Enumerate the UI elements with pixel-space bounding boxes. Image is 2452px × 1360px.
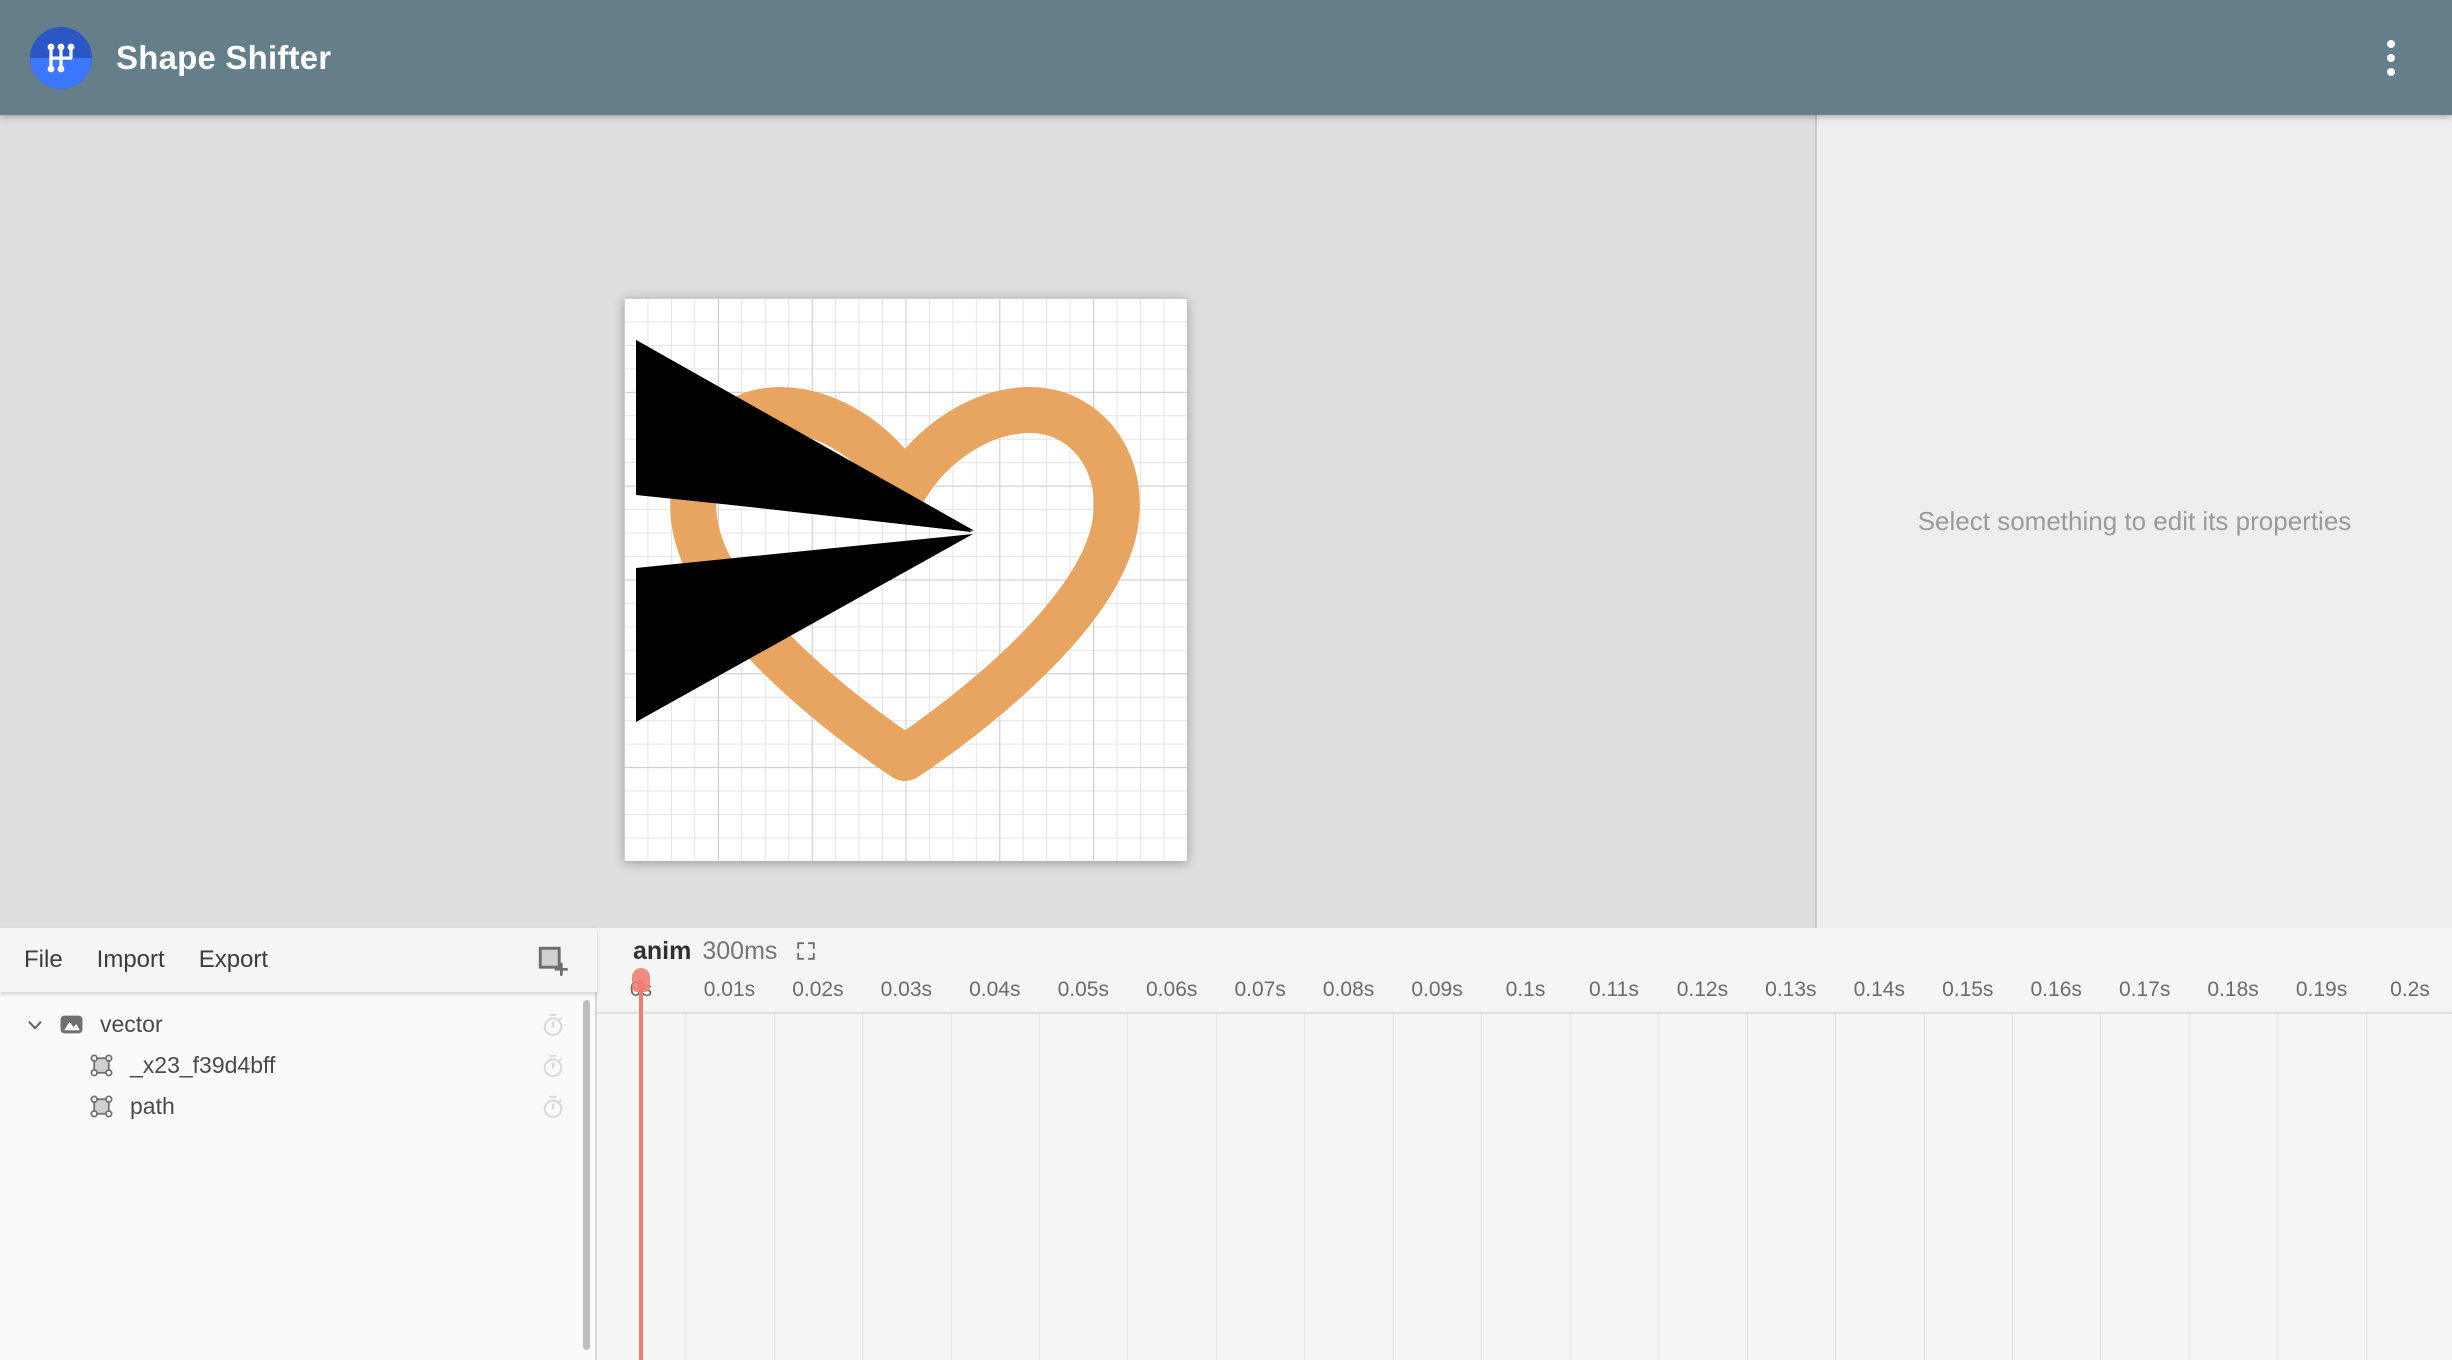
file-menu[interactable]: File	[18, 942, 69, 978]
ruler-tick-label: 0.13s	[1765, 978, 1817, 1001]
timeline-gridline	[2365, 1014, 2367, 1360]
main-content: Select something to edit its properties	[0, 115, 2452, 1018]
ruler-tick-label: 0.02s	[792, 978, 844, 1001]
timeline-gridline	[2011, 1014, 2013, 1360]
ruler-tick-label: 0.15s	[1942, 978, 1994, 1001]
dot	[2387, 53, 2395, 62]
layers-panel: File Import Export vector _x23_f39d4bff …	[0, 928, 597, 1360]
timeline-gridline	[2100, 1014, 2102, 1360]
ruler-tick-label: 0.17s	[2118, 978, 2171, 1001]
timeline-gridline	[1127, 1014, 1129, 1360]
more-vert-icon[interactable]	[2362, 29, 2420, 87]
image-layer-icon	[56, 1010, 86, 1040]
ruler-tick-label: 0.07s	[1234, 978, 1286, 1001]
ruler-tick-label: 0.19s	[2295, 978, 2348, 1001]
properties-panel: Select something to edit its properties	[1817, 115, 2452, 928]
dot	[2387, 67, 2395, 76]
timeline-tracks[interactable]	[597, 1014, 2452, 1360]
layer-label: _x23_f39d4bff	[130, 1052, 276, 1078]
timeline-gridline	[1215, 1014, 1217, 1360]
timeline-gridline	[1569, 1014, 1571, 1360]
path-layer-icon	[86, 1051, 116, 1081]
path-layer-icon	[86, 1092, 116, 1122]
layer-row[interactable]: vector	[0, 1004, 597, 1045]
animation-name[interactable]: anim	[633, 937, 691, 966]
timeline-gridline	[1039, 1014, 1041, 1360]
timer-icon[interactable]	[539, 1052, 567, 1080]
vector-preview-canvas[interactable]	[624, 298, 1187, 861]
ruler-tick-label: 0.09s	[1411, 978, 1463, 1001]
layer-row[interactable]: _x23_f39d4bff	[0, 1045, 597, 1086]
layer-row[interactable]: path	[0, 1086, 597, 1127]
ruler-tick-label: 0.16s	[2030, 978, 2082, 1001]
timeline-gridline	[773, 1014, 775, 1360]
app-title: Shape Shifter	[116, 38, 332, 76]
dot	[2387, 39, 2395, 48]
playhead-handle[interactable]	[632, 968, 650, 992]
export-menu[interactable]: Export	[193, 942, 274, 978]
timeline-gridline	[1835, 1014, 1837, 1360]
canvas-area[interactable]	[0, 115, 1815, 1018]
timeline-gridline	[1481, 1014, 1483, 1360]
fullscreen-icon[interactable]	[793, 938, 819, 964]
ruler-tick-label: 0.05s	[1057, 978, 1109, 1001]
timer-icon[interactable]	[539, 1011, 567, 1039]
import-menu[interactable]: Import	[91, 942, 171, 978]
add-layer-icon[interactable]	[533, 941, 571, 979]
timeline-gridline	[1392, 1014, 1394, 1360]
layers-toolbar: File Import Export	[0, 928, 597, 992]
ruler-tick-label: 0.1s	[1505, 978, 1546, 1001]
bottom-panel: File Import Export vector _x23_f39d4bff …	[0, 928, 2452, 1360]
ruler-tick-label: 0.08s	[1322, 978, 1375, 1001]
animation-header: anim 300ms	[597, 928, 2452, 974]
timeline-gridline	[1746, 1014, 1748, 1360]
ruler-tick-label: 0.2s	[2390, 978, 2430, 1001]
layer-tree: vector _x23_f39d4bff path	[0, 992, 597, 1360]
gear-shift-icon	[30, 26, 92, 89]
layer-label: path	[130, 1093, 175, 1119]
layers-scrollbar[interactable]	[583, 1000, 590, 1350]
ruler-tick-label: 0.11s	[1589, 978, 1639, 1001]
app-logo: Shape Shifter	[30, 26, 332, 89]
properties-empty-message: Select something to edit its properties	[1917, 506, 2352, 536]
timeline-gridline	[1304, 1014, 1306, 1360]
timeline-gridline	[685, 1014, 687, 1360]
ruler-tick-label: 0.01s	[703, 978, 756, 1001]
timeline-gridline	[2277, 1014, 2279, 1360]
canvas-shapes	[636, 340, 1140, 781]
timer-icon[interactable]	[539, 1093, 567, 1121]
timeline-gridline	[950, 1014, 952, 1360]
ruler-tick-label: 0.03s	[880, 978, 933, 1001]
timeline-gridline	[2188, 1014, 2190, 1360]
timeline-panel: anim 300ms 0s0.01s0.02s0.03s0.04s0.05s0.…	[597, 928, 2452, 1360]
timeline-gridline	[862, 1014, 864, 1360]
chevron-down-icon[interactable]	[22, 1012, 48, 1038]
timeline-gridline	[1658, 1014, 1660, 1360]
timeline-ruler[interactable]: 0s0.01s0.02s0.03s0.04s0.05s0.06s0.07s0.0…	[597, 974, 2452, 1012]
ruler-tick-label: 0.04s	[969, 978, 1021, 1001]
timeline-gridline	[1923, 1014, 1925, 1360]
ruler-tick-label: 0.14s	[1853, 978, 1905, 1001]
ruler-tick-label: 0.06s	[1146, 978, 1198, 1001]
ruler-tick-label: 0.12s	[1676, 978, 1729, 1001]
animation-duration[interactable]: 300ms	[702, 937, 777, 966]
layer-label: vector	[100, 1011, 163, 1037]
ruler-tick-label: 0.18s	[2207, 978, 2259, 1001]
timeline-playhead[interactable]	[632, 968, 650, 1360]
app-toolbar: Shape Shifter	[0, 0, 2452, 115]
